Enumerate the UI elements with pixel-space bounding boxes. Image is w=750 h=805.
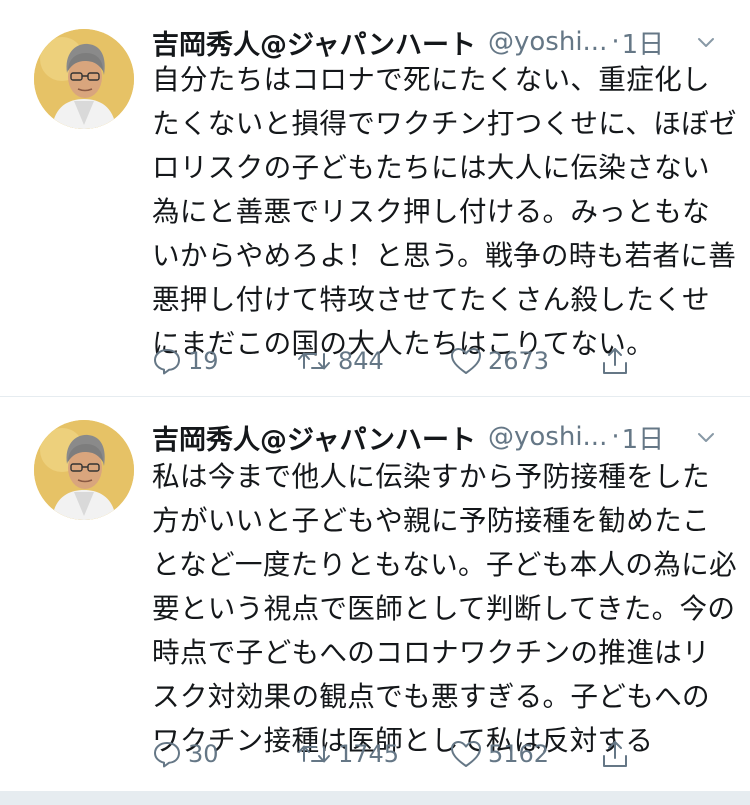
retweet-count: 1745 xyxy=(338,740,400,768)
like-count: 2673 xyxy=(488,347,550,375)
author-handle[interactable]: @yoshi... xyxy=(488,27,607,57)
share-icon xyxy=(600,738,630,770)
retweet-count: 844 xyxy=(338,347,384,375)
heart-icon xyxy=(450,739,482,769)
author-name[interactable]: 吉岡秀人@ジャパンハート xyxy=(152,23,476,62)
tweet-text: 私は今まで他人に伝染すから予防接種をした方がいいと子どもや親に予防接種を勧めたこ… xyxy=(152,460,737,757)
retweet-icon xyxy=(296,739,332,769)
share-button[interactable] xyxy=(600,341,630,381)
reply-count: 19 xyxy=(188,347,219,375)
retweet-button[interactable]: 1745 xyxy=(296,734,399,774)
like-count: 5162 xyxy=(488,740,550,768)
timestamp[interactable]: 1日 xyxy=(622,24,665,61)
reply-button[interactable]: 19 xyxy=(152,341,219,381)
tweet-header: 吉岡秀人@ジャパンハート @yoshi... · 1日 xyxy=(152,417,730,457)
like-button[interactable]: 2673 xyxy=(450,341,549,381)
avatar[interactable] xyxy=(34,420,134,520)
separator-dot: · xyxy=(611,27,620,57)
tweet-text: 自分たちはコロナで死にたくない、重症化したくないと損得でワクチン打つくせに、ほぼ… xyxy=(152,63,737,360)
feed-bottom-divider xyxy=(0,792,750,805)
retweet-button[interactable]: 844 xyxy=(296,341,384,381)
author-name[interactable]: 吉岡秀人@ジャパンハート xyxy=(152,418,476,457)
timestamp[interactable]: 1日 xyxy=(622,419,665,456)
share-button[interactable] xyxy=(600,734,630,774)
heart-icon xyxy=(450,346,482,376)
like-button[interactable]: 5162 xyxy=(450,734,549,774)
reply-button[interactable]: 30 xyxy=(152,734,219,774)
tweet-header: 吉岡秀人@ジャパンハート @yoshi... · 1日 xyxy=(152,22,730,62)
share-icon xyxy=(600,345,630,377)
action-bar: 30 1745 5162 xyxy=(152,734,642,774)
retweet-icon xyxy=(296,346,332,376)
author-handle[interactable]: @yoshi... xyxy=(488,422,607,452)
separator-dot: · xyxy=(611,422,620,452)
chevron-down-icon[interactable] xyxy=(694,425,718,449)
avatar[interactable] xyxy=(34,29,134,129)
tweet[interactable]: 吉岡秀人@ジャパンハート @yoshi... · 1日 自分たちはコロナで死にた… xyxy=(0,0,750,397)
reply-icon xyxy=(152,346,182,376)
reply-icon xyxy=(152,739,182,769)
action-bar: 19 844 2673 xyxy=(152,341,642,381)
chevron-down-icon[interactable] xyxy=(694,30,718,54)
tweet[interactable]: 吉岡秀人@ジャパンハート @yoshi... · 1日 私は今まで他人に伝染すか… xyxy=(0,397,750,792)
reply-count: 30 xyxy=(188,740,219,768)
